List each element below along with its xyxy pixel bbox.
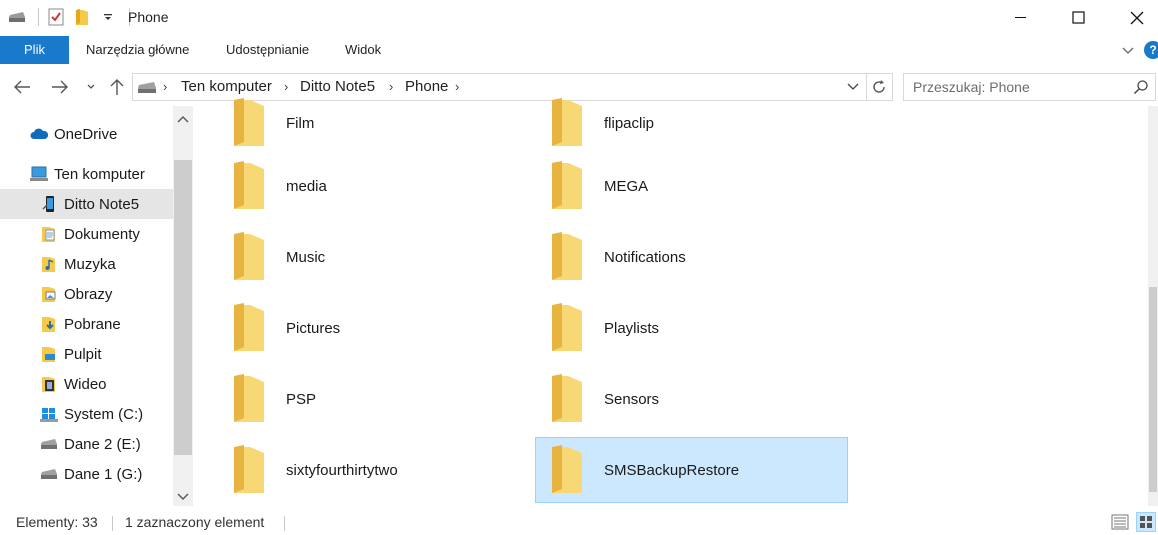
folder-item[interactable]: MEGA [548, 153, 846, 219]
drive-icon [40, 435, 58, 453]
computer-icon [30, 165, 48, 183]
selection-count: 1 zaznaczony element [125, 514, 265, 530]
folder-icon [230, 96, 266, 150]
properties-icon[interactable] [45, 6, 67, 28]
folder-icon [548, 230, 584, 284]
folder-item[interactable]: flipaclip [548, 90, 846, 156]
folder-icon [230, 443, 266, 497]
back-button[interactable] [10, 74, 34, 100]
help-icon[interactable]: ? [1144, 41, 1158, 59]
folder-item[interactable]: PSP [230, 366, 510, 432]
quick-access-toolbar [6, 6, 136, 28]
folder-icon [548, 96, 584, 150]
folder-item[interactable]: Film [230, 90, 510, 156]
downloads-icon [40, 315, 58, 333]
nav-scrollbar-thumb[interactable] [174, 160, 192, 455]
pictures-icon [40, 285, 58, 303]
folder-item[interactable]: Music [230, 224, 510, 290]
maximize-button[interactable] [1050, 0, 1108, 35]
music-icon [40, 255, 58, 273]
folder-icon [548, 301, 584, 355]
folder-item[interactable]: Notifications [548, 224, 846, 290]
new-folder-icon[interactable] [71, 6, 93, 28]
folder-icon [548, 443, 584, 497]
search-icon[interactable] [1133, 79, 1149, 95]
window-title: Phone [128, 9, 169, 25]
folder-icon [230, 159, 266, 213]
windows-drive-icon [40, 405, 58, 423]
search-box[interactable]: Przeszukaj: Phone [903, 73, 1156, 101]
chevron-right-icon[interactable]: › [163, 74, 167, 100]
minimize-button[interactable] [992, 0, 1050, 35]
customize-toolbar-icon[interactable] [97, 6, 119, 28]
expand-ribbon-icon[interactable] [1120, 42, 1136, 58]
search-input[interactable]: Przeszukaj: Phone [913, 74, 1030, 100]
folder-icon [230, 301, 266, 355]
drive-icon[interactable] [6, 6, 28, 28]
forward-button[interactable] [48, 74, 72, 100]
folder-item[interactable]: Pictures [230, 295, 510, 361]
tab-file[interactable]: Plik [0, 36, 69, 64]
folder-item[interactable]: Sensors [548, 366, 846, 432]
folder-icon [230, 372, 266, 426]
status-divider [112, 516, 113, 531]
scroll-down-icon[interactable] [176, 490, 190, 506]
title-bar [0, 0, 1158, 35]
folder-icon [548, 159, 584, 213]
tab-view[interactable]: Widok [345, 36, 381, 64]
folder-icon [548, 372, 584, 426]
nav-item-ditto-note5[interactable]: Ditto Note5 [0, 189, 173, 219]
folder-item[interactable]: sixtyfourthirtytwo [230, 437, 510, 503]
folder-item-selected[interactable]: SMSBackupRestore [535, 437, 848, 503]
large-icons-view-icon[interactable] [1136, 512, 1156, 532]
recent-locations-icon[interactable] [80, 74, 102, 100]
tab-home[interactable]: Narzędzia główne [86, 36, 189, 64]
item-count: Elementy: 33 [16, 514, 98, 530]
status-divider [284, 516, 285, 531]
close-button[interactable] [1108, 0, 1158, 35]
tab-share[interactable]: Udostępnianie [226, 36, 309, 64]
address-dropdown-icon[interactable] [846, 79, 860, 96]
desktop-icon [40, 345, 58, 363]
drive-icon [40, 465, 58, 483]
up-button[interactable] [105, 74, 129, 100]
content-scrollbar-thumb[interactable] [1149, 287, 1157, 492]
cloud-icon [30, 125, 48, 143]
video-icon [40, 375, 58, 393]
folder-icon [230, 230, 266, 284]
device-icon [137, 80, 157, 97]
refresh-button[interactable] [866, 73, 893, 101]
scroll-up-icon[interactable] [176, 112, 190, 128]
documents-icon [40, 225, 58, 243]
details-view-icon[interactable] [1111, 514, 1129, 533]
folder-item[interactable]: Playlists [548, 295, 846, 361]
phone-icon [40, 195, 58, 213]
folder-item[interactable]: media [230, 153, 510, 219]
